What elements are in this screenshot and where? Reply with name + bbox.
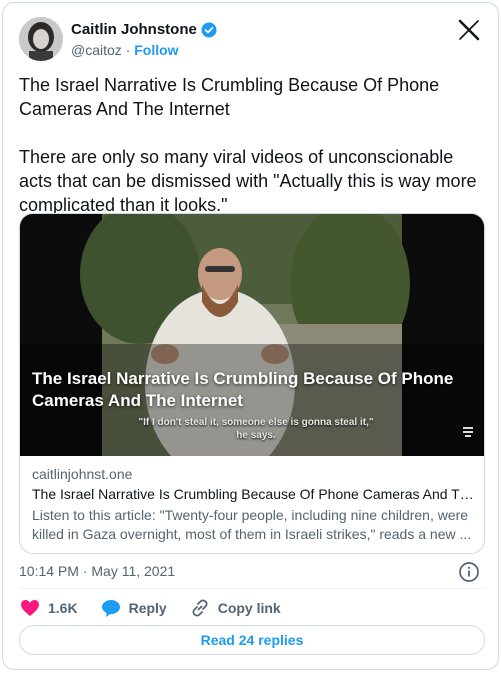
copy-link-button[interactable]: Copy link bbox=[189, 597, 281, 619]
divider bbox=[19, 588, 485, 589]
handle-separator: · bbox=[125, 42, 131, 58]
info-icon[interactable] bbox=[458, 561, 480, 583]
card-domain: caitlinjohnst.one bbox=[32, 466, 133, 482]
card-title[interactable]: The Israel Narrative Is Crumbling Becaus… bbox=[32, 486, 474, 506]
verified-badge-icon bbox=[201, 22, 217, 38]
reply-button[interactable]: Reply bbox=[100, 597, 167, 619]
author-handle[interactable]: @caitoz bbox=[71, 42, 122, 58]
card-info: caitlinjohnst.one The Israel Narrative I… bbox=[32, 466, 474, 544]
card-media-title: The Israel Narrative Is Crumbling Becaus… bbox=[32, 369, 454, 410]
menu-glyph-icon bbox=[462, 426, 474, 438]
like-button[interactable]: 1.6K bbox=[19, 597, 78, 619]
link-card[interactable]: The Israel Narrative Is Crumbling Becaus… bbox=[19, 213, 485, 554]
tweet-timestamp[interactable]: 10:14 PM · May 11, 2021 bbox=[19, 563, 175, 579]
avatar[interactable] bbox=[19, 17, 63, 61]
action-bar: 1.6K Reply Copy link bbox=[19, 597, 281, 619]
author-handle-row: @caitoz · Follow bbox=[71, 42, 179, 58]
x-logo-icon[interactable] bbox=[458, 19, 480, 41]
tweet-card: Caitlin Johnstone @caitoz · Follow The I… bbox=[2, 2, 499, 670]
follow-button[interactable]: Follow bbox=[134, 42, 178, 58]
author-name-row: Caitlin Johnstone bbox=[71, 21, 217, 38]
copy-link-label: Copy link bbox=[217, 600, 281, 616]
speech-bubble-icon bbox=[101, 600, 120, 617]
card-description: Listen to this article: "Twenty-four peo… bbox=[32, 507, 472, 542]
video-caption: "If I don't steal it, someone else is go… bbox=[138, 417, 374, 441]
link-icon bbox=[192, 599, 208, 617]
like-count: 1.6K bbox=[48, 600, 78, 616]
heart-icon bbox=[21, 600, 39, 616]
tweet-paragraph: There are only so many viral videos of u… bbox=[19, 147, 477, 215]
reply-label: Reply bbox=[128, 600, 167, 616]
author-name[interactable]: Caitlin Johnstone bbox=[71, 21, 197, 38]
tweet-paragraph: The Israel Narrative Is Crumbling Becaus… bbox=[19, 75, 440, 119]
card-media[interactable]: The Israel Narrative Is Crumbling Becaus… bbox=[20, 214, 484, 456]
read-replies-button[interactable]: Read 24 replies bbox=[19, 625, 485, 655]
